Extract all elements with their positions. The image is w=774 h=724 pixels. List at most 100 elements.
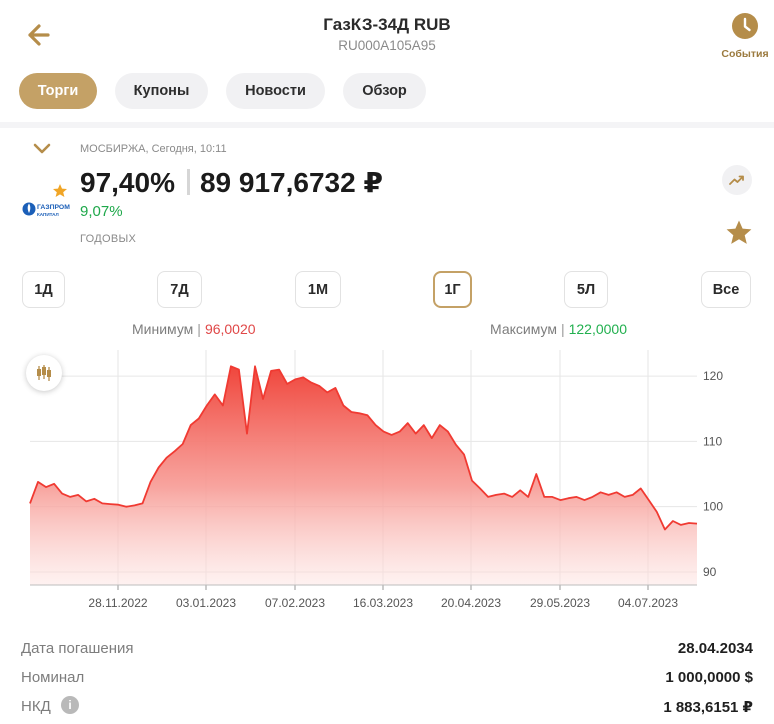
y-axis: 90 100 110 120	[703, 369, 723, 579]
issuer-logo[interactable]: ГАЗПРОМ КАПИТАЛ	[21, 183, 71, 219]
price-percent: 97,40%	[80, 167, 175, 198]
data-point	[550, 495, 554, 499]
data-point	[358, 411, 362, 415]
info-label: НКД	[21, 698, 51, 715]
data-point	[28, 501, 32, 505]
period-1y[interactable]: 1Г	[433, 271, 472, 308]
data-point	[197, 417, 201, 421]
candlestick-icon	[37, 365, 51, 381]
tab-coupons[interactable]: Купоны	[115, 73, 208, 109]
data-point	[398, 430, 402, 434]
minimum-value: 96,0020	[204, 321, 256, 337]
data-point	[639, 486, 643, 490]
events-button[interactable]: События	[716, 12, 774, 60]
period-7d[interactable]: 7Д	[157, 271, 202, 308]
data-point	[189, 423, 193, 427]
yield-value: 9,07%	[80, 203, 123, 220]
x-tick-label: 20.04.2023	[441, 596, 501, 610]
data-point	[60, 492, 64, 496]
favorite-button[interactable]	[724, 219, 754, 247]
info-value: 28.04.2034	[677, 640, 753, 657]
data-point	[438, 423, 442, 427]
data-point	[382, 430, 386, 434]
info-row-accrued-interest: НКД i 1 883,6151 ₽	[21, 696, 753, 722]
data-point	[478, 486, 482, 490]
data-point	[165, 456, 169, 460]
x-tick-label: 04.07.2023	[618, 596, 678, 610]
data-point	[687, 521, 691, 525]
data-point	[534, 472, 538, 476]
data-point	[76, 493, 80, 497]
data-point	[261, 397, 265, 401]
info-icon[interactable]: i	[61, 696, 79, 714]
maximum-value: 122,0000	[568, 321, 628, 337]
x-tick-label: 03.01.2023	[176, 596, 236, 610]
data-point	[157, 466, 161, 470]
data-point	[518, 488, 522, 492]
area-fill	[30, 366, 697, 585]
period-1m[interactable]: 1М	[295, 271, 341, 308]
page-title: ГазКЗ-34Д RUB	[323, 15, 451, 34]
info-value: 1 883,6151 ₽	[663, 699, 753, 716]
data-point	[566, 496, 570, 500]
collapse-toggle[interactable]	[33, 142, 51, 160]
data-point	[599, 490, 603, 494]
data-point	[84, 499, 88, 503]
data-point	[494, 493, 498, 497]
data-point	[663, 528, 667, 532]
chevron-down-icon	[33, 143, 51, 154]
data-point	[462, 452, 466, 456]
trend-up-icon	[729, 175, 744, 185]
info-row-nominal: Номинал 1 000,0000 $	[21, 669, 753, 693]
y-tick-label: 120	[703, 369, 723, 383]
data-point	[486, 495, 490, 499]
period-selector: 1Д 7Д 1М 1Г 5Л Все	[0, 271, 774, 309]
period-5y[interactable]: 5Л	[564, 271, 608, 308]
tab-trading[interactable]: Торги	[19, 73, 97, 109]
trend-button[interactable]	[722, 165, 752, 195]
data-point	[317, 384, 321, 388]
data-point	[655, 510, 659, 514]
period-1d[interactable]: 1Д	[22, 271, 65, 308]
chart-type-toggle[interactable]	[26, 355, 62, 391]
data-point	[92, 497, 96, 501]
data-point	[430, 436, 434, 440]
range-maximum: Максимум | 122,0000	[490, 321, 628, 337]
data-point	[301, 375, 305, 379]
data-point	[422, 423, 426, 427]
data-point	[631, 493, 635, 497]
data-point	[100, 501, 104, 505]
y-tick-label: 100	[703, 500, 723, 514]
data-point	[615, 490, 619, 494]
x-tick-label: 07.02.2023	[265, 596, 325, 610]
data-point	[68, 495, 72, 499]
tab-overview[interactable]: Обзор	[343, 73, 426, 109]
y-tick-label: 90	[703, 565, 717, 579]
data-point	[341, 404, 345, 408]
price-chart[interactable]: 90 100 110 120 28.11.2022 03.01.2023 07.02.20…	[0, 340, 774, 620]
data-point	[623, 495, 627, 499]
data-point	[374, 423, 378, 427]
data-point	[141, 501, 145, 505]
data-point	[221, 404, 225, 408]
data-point	[526, 495, 530, 499]
data-point	[349, 410, 353, 414]
minimum-label: Минимум	[132, 321, 194, 337]
info-value: 1 000,0000 $	[665, 669, 753, 686]
data-point	[671, 519, 675, 523]
info-label: Дата погашения	[21, 640, 134, 657]
period-all[interactable]: Все	[701, 271, 751, 308]
data-point	[269, 369, 273, 373]
star-icon	[726, 220, 752, 244]
tab-news[interactable]: Новости	[226, 73, 325, 109]
data-point	[333, 386, 337, 390]
data-point	[446, 430, 450, 434]
data-point	[205, 404, 209, 408]
data-point	[237, 368, 241, 372]
data-point	[44, 485, 48, 489]
exchange-timestamp: МОСБИРЖА, Сегодня, 10:11	[80, 143, 227, 155]
data-point	[558, 498, 562, 502]
x-tick-label: 28.11.2022	[88, 596, 147, 610]
data-point	[591, 495, 595, 499]
clock-icon	[732, 13, 758, 39]
